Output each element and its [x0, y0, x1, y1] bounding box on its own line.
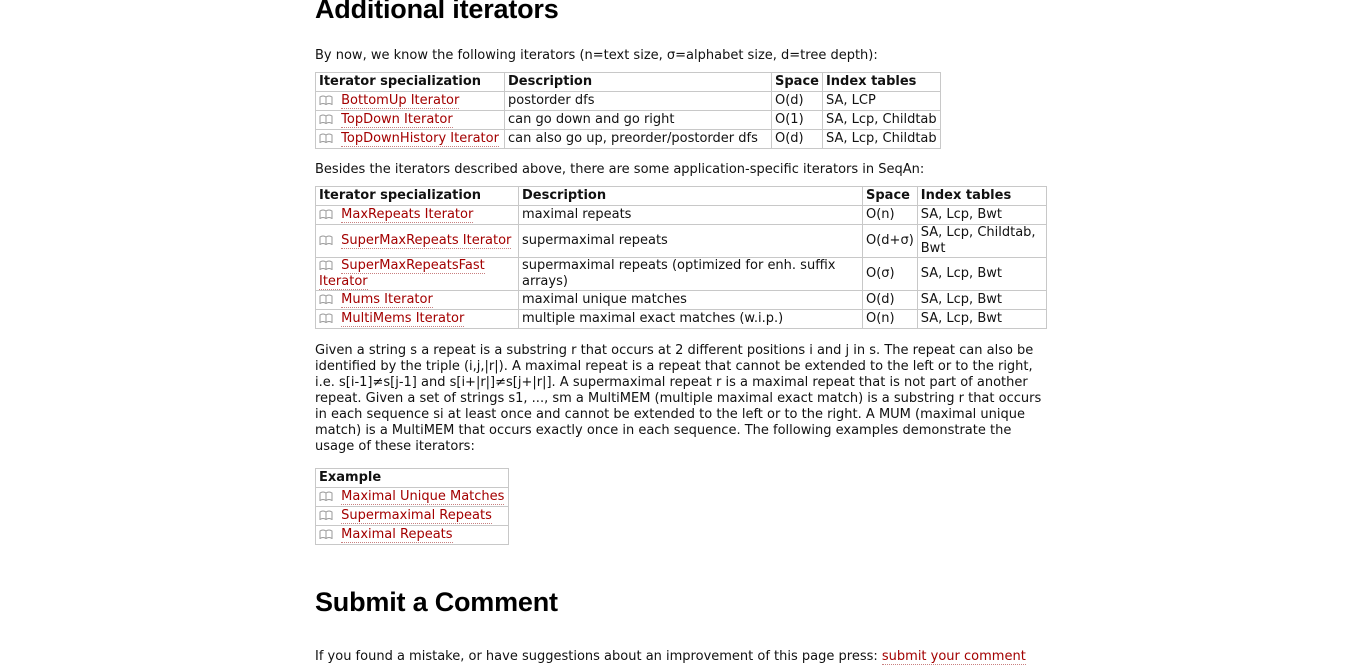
specialization-cell: Supermaximal Repeats	[315, 506, 509, 526]
space-cell: O(d+σ)	[862, 224, 918, 258]
book-icon	[319, 114, 333, 124]
iterator-link[interactable]: MultiMems Iterator	[341, 311, 465, 327]
iterator-link[interactable]: BottomUp Iterator	[341, 93, 460, 109]
index-tables-cell: SA, Lcp, Bwt	[916, 257, 1047, 291]
description-cell: supermaximal repeats (optimized for enh.…	[518, 257, 863, 291]
iterator-link[interactable]: MaxRepeats Iterator	[341, 207, 474, 223]
book-icon	[319, 260, 333, 270]
book-icon	[319, 235, 333, 245]
index-tables-cell: SA, LCP	[821, 91, 941, 111]
submit-text: If you found a mistake, or have suggesti…	[315, 649, 878, 664]
table-row: Maximal Repeats	[315, 525, 509, 545]
description-cell: maximal unique matches	[518, 290, 863, 310]
comment-title: Submit a Comment	[315, 587, 558, 617]
table-header-row: Example	[315, 468, 509, 488]
table-row: Supermaximal Repeats	[315, 506, 509, 526]
specialization-cell: MultiMems Iterator	[315, 309, 519, 329]
index-tables-cell: SA, Lcp, Childtab	[821, 129, 941, 149]
book-icon	[319, 95, 333, 105]
description-cell: supermaximal repeats	[518, 224, 863, 258]
table-row: Maximal Unique Matches	[315, 487, 509, 507]
content-area: Additional iterators By now, we know the…	[315, 0, 1055, 665]
table-row: SuperMaxRepeatsFast Iterator supermaximal…	[315, 257, 1047, 291]
book-icon	[319, 529, 333, 539]
table-row: TopDownHistory Iterator can also go up, p…	[315, 129, 941, 149]
space-cell: O(d)	[771, 129, 823, 149]
intro-text: By now, we know the following iterators …	[315, 48, 878, 63]
book-icon	[319, 209, 333, 219]
index-tables-cell: SA, Lcp, Childtab	[821, 110, 941, 130]
submit-paragraph: If you found a mistake, or have suggesti…	[315, 649, 1055, 665]
description-cell: can also go up, preorder/postorder dfs	[504, 129, 772, 149]
header-specialization: Iterator specialization	[315, 72, 505, 92]
besides-text: Besides the iterators described above, t…	[315, 162, 925, 177]
space-cell: O(n)	[862, 309, 918, 329]
book-icon	[319, 133, 333, 143]
iterator-link[interactable]: TopDown Iterator	[341, 112, 453, 128]
header-space: Space	[771, 72, 823, 92]
iterator-link[interactable]: TopDownHistory Iterator	[341, 131, 499, 147]
table-row: MaxRepeats Iterator maximal repeats O(n) SA…	[315, 205, 1047, 225]
index-tables-cell: SA, Lcp, Bwt	[916, 309, 1047, 329]
submit-comment-link[interactable]: submit your comment	[881, 649, 1026, 665]
specific-iterators-table: Iterator specialization Description Spac…	[315, 186, 1047, 329]
iterator-link[interactable]: Maximal Repeats	[341, 527, 453, 543]
examples-table: Example Maximal Unique Matches Supermaxi…	[315, 468, 509, 545]
specialization-cell: SuperMaxRepeatsFast Iterator	[315, 257, 519, 291]
book-icon	[319, 294, 333, 304]
table-row: BottomUp Iterator postorder dfs O(d) SA, LC…	[315, 91, 941, 111]
header-specialization: Iterator specialization	[315, 186, 519, 206]
iterator-link[interactable]: SuperMaxRepeats Iterator	[341, 233, 512, 249]
table-row: MultiMems Iterator multiple maximal exact…	[315, 309, 1047, 329]
specialization-cell: Maximal Repeats	[315, 525, 509, 545]
description-paragraph: Given a string s a repeat is a substring…	[315, 343, 1042, 454]
space-cell: O(d)	[862, 290, 918, 310]
description-cell: maximal repeats	[518, 205, 863, 225]
iterator-link[interactable]: SuperMaxRepeatsFast Iterator	[319, 258, 485, 290]
space-cell: O(d)	[771, 91, 823, 111]
specialization-cell: TopDownHistory Iterator	[315, 129, 505, 149]
section-title: Additional iterators	[315, 0, 559, 24]
header-index-tables: Index tables	[821, 72, 941, 92]
specialization-cell: Maximal Unique Matches	[315, 487, 509, 507]
index-tables-cell: SA, Lcp, Bwt	[916, 205, 1047, 225]
table-header-row: Iterator specialization Description Spac…	[315, 72, 941, 92]
index-tables-cell: SA, Lcp, Bwt	[916, 290, 1047, 310]
header-index-tables: Index tables	[916, 186, 1047, 206]
specialization-cell: SuperMaxRepeats Iterator	[315, 224, 519, 258]
header-description: Description	[504, 72, 772, 92]
description-cell: multiple maximal exact matches (w.i.p.)	[518, 309, 863, 329]
header-description: Description	[518, 186, 863, 206]
book-icon	[319, 491, 333, 501]
index-tables-cell: SA, Lcp, Childtab, Bwt	[916, 224, 1047, 258]
iterator-link[interactable]: Maximal Unique Matches	[341, 489, 505, 505]
iterators-table: Iterator specialization Description Spac…	[315, 72, 941, 149]
space-cell: O(σ)	[862, 257, 918, 291]
description-cell: postorder dfs	[504, 91, 772, 111]
specialization-cell: BottomUp Iterator	[315, 91, 505, 111]
specialization-cell: Mums Iterator	[315, 290, 519, 310]
space-cell: O(1)	[771, 110, 823, 130]
table-header-row: Iterator specialization Description Spac…	[315, 186, 1047, 206]
table-row: SuperMaxRepeats Iterator supermaximal rep…	[315, 224, 1047, 258]
specialization-cell: TopDown Iterator	[315, 110, 505, 130]
table-row: TopDown Iterator can go down and go right…	[315, 110, 941, 130]
description-cell: can go down and go right	[504, 110, 772, 130]
table-row: Mums Iterator maximal unique matches O(d) S…	[315, 290, 1047, 310]
iterator-link[interactable]: Mums Iterator	[341, 292, 433, 308]
book-icon	[319, 313, 333, 323]
header-example: Example	[315, 468, 509, 488]
iterator-link[interactable]: Supermaximal Repeats	[341, 508, 492, 524]
book-icon	[319, 510, 333, 520]
space-cell: O(n)	[862, 205, 918, 225]
specialization-cell: MaxRepeats Iterator	[315, 205, 519, 225]
header-space: Space	[862, 186, 918, 206]
